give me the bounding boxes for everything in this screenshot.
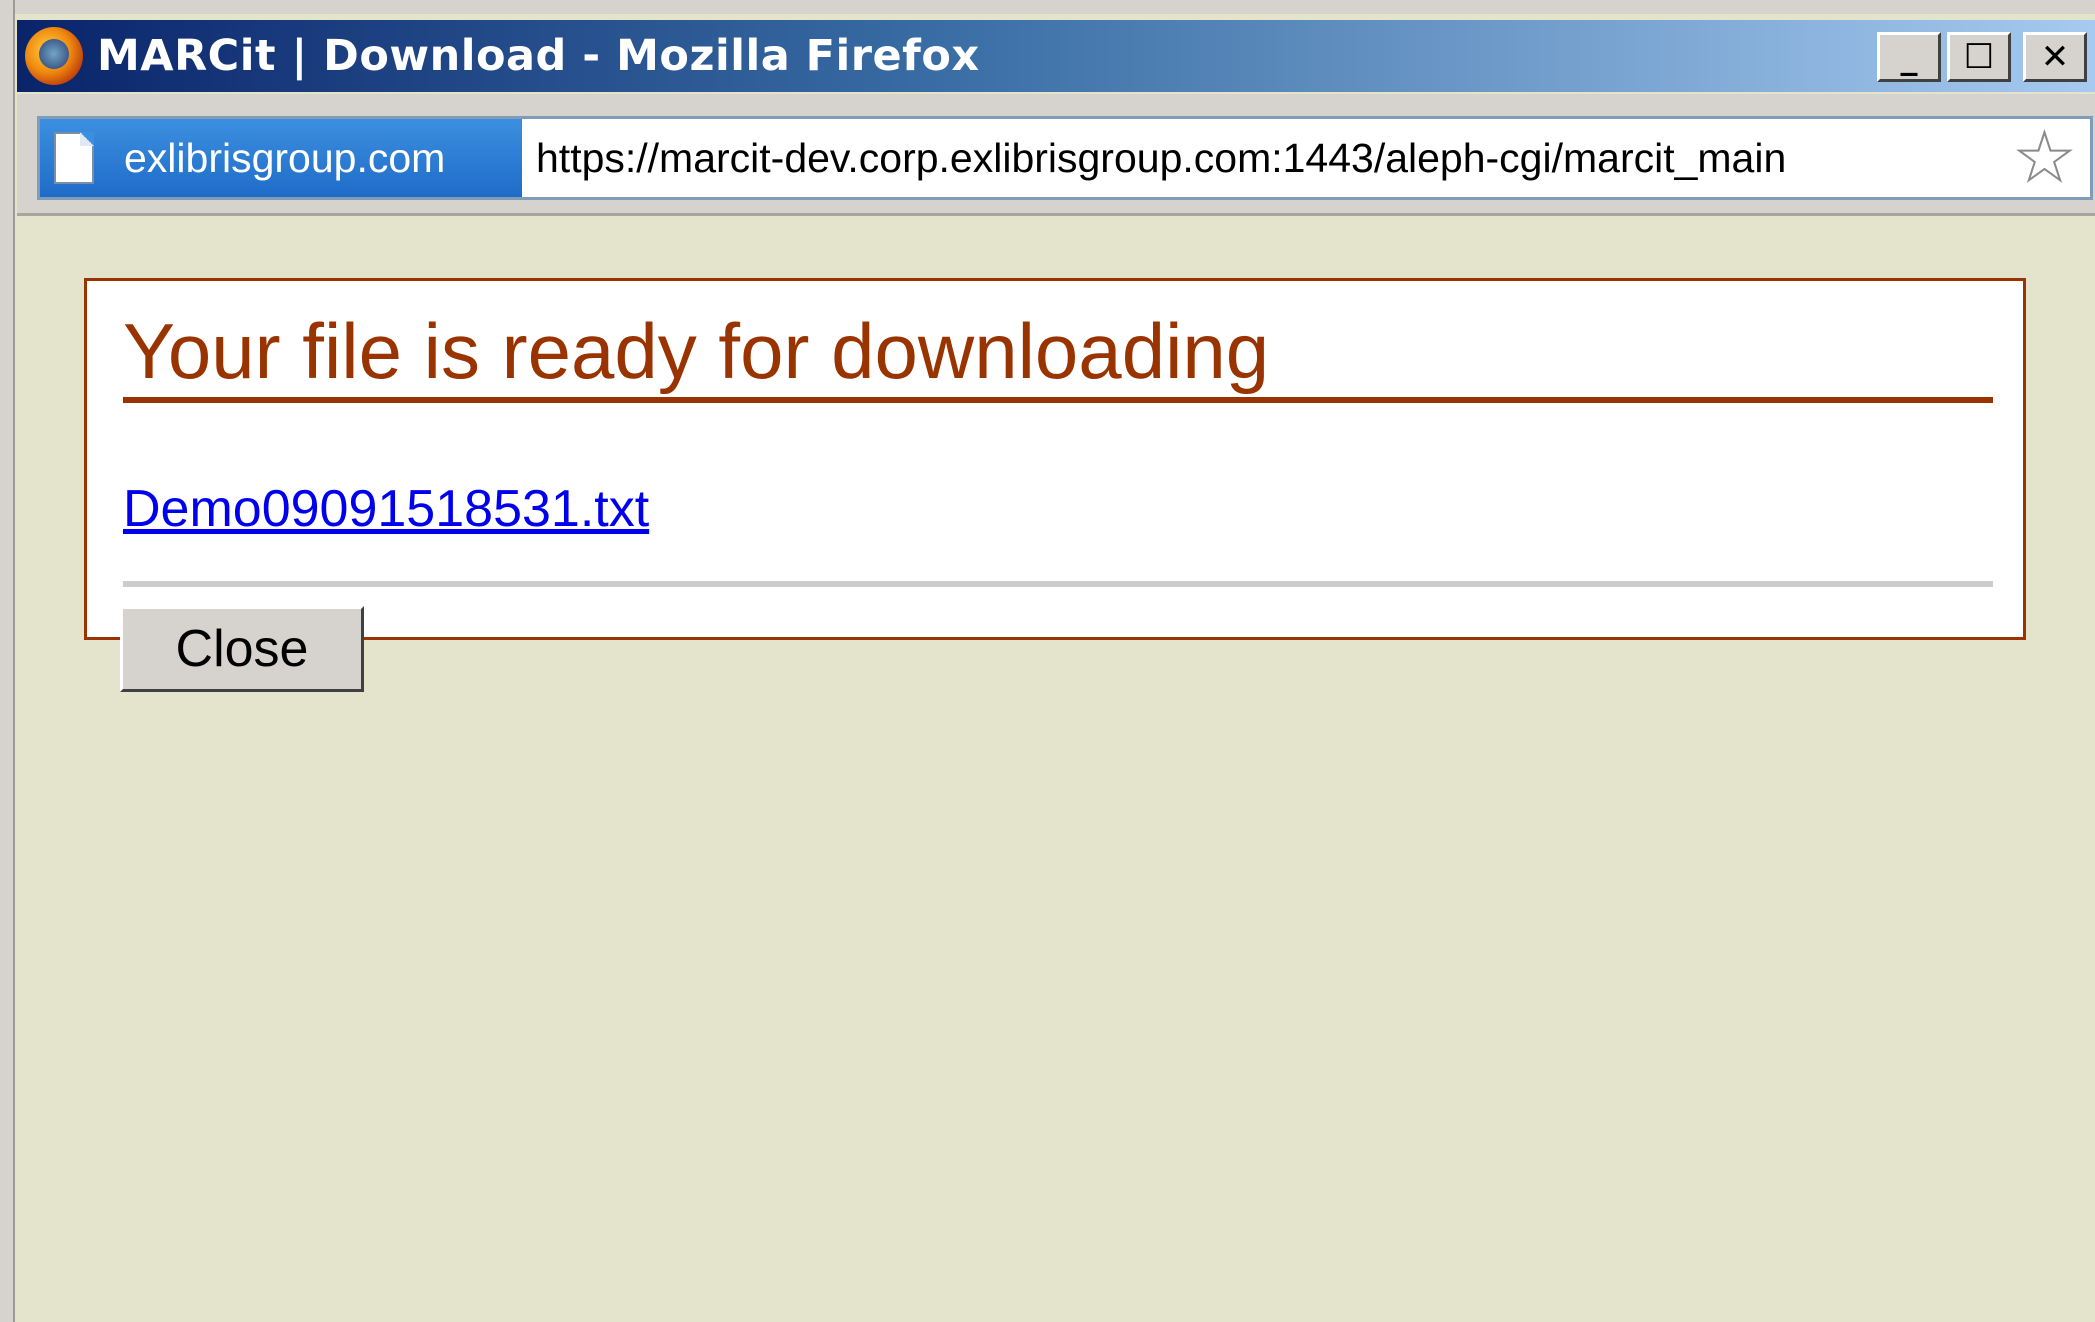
title-bar[interactable]: MARCit | Download - Mozilla Firefox _ ☐ … bbox=[17, 20, 2095, 92]
window-controls: _ ☐ ✕ bbox=[1877, 32, 2087, 82]
close-button[interactable]: Close bbox=[120, 606, 364, 692]
page-title: Your file is ready for downloading bbox=[123, 310, 1993, 403]
download-file-link[interactable]: Demo09091518531.txt bbox=[123, 479, 649, 539]
window-frame-left bbox=[0, 0, 15, 1322]
window-frame-top bbox=[0, 0, 2095, 14]
page-icon bbox=[54, 132, 94, 184]
address-bar[interactable]: exlibrisgroup.com https://marcit-dev.cor… bbox=[37, 116, 2093, 200]
download-panel: Your file is ready for downloading Demo0… bbox=[84, 278, 2026, 640]
address-toolbar: exlibrisgroup.com https://marcit-dev.cor… bbox=[17, 94, 2095, 216]
firefox-logo-icon[interactable] bbox=[25, 27, 83, 85]
maximize-button[interactable]: ☐ bbox=[1947, 32, 2011, 82]
site-identity-label: exlibrisgroup.com bbox=[124, 134, 446, 181]
divider bbox=[123, 581, 1993, 587]
site-identity-button[interactable]: exlibrisgroup.com bbox=[40, 119, 522, 197]
minimize-button[interactable]: _ bbox=[1877, 32, 1941, 82]
url-field[interactable]: https://marcit-dev.corp.exlibrisgroup.co… bbox=[536, 135, 2015, 182]
window-title: MARCit | Download - Mozilla Firefox bbox=[97, 31, 980, 81]
close-window-button[interactable]: ✕ bbox=[2023, 32, 2087, 82]
bookmark-star-icon[interactable]: ★ bbox=[2014, 124, 2075, 192]
